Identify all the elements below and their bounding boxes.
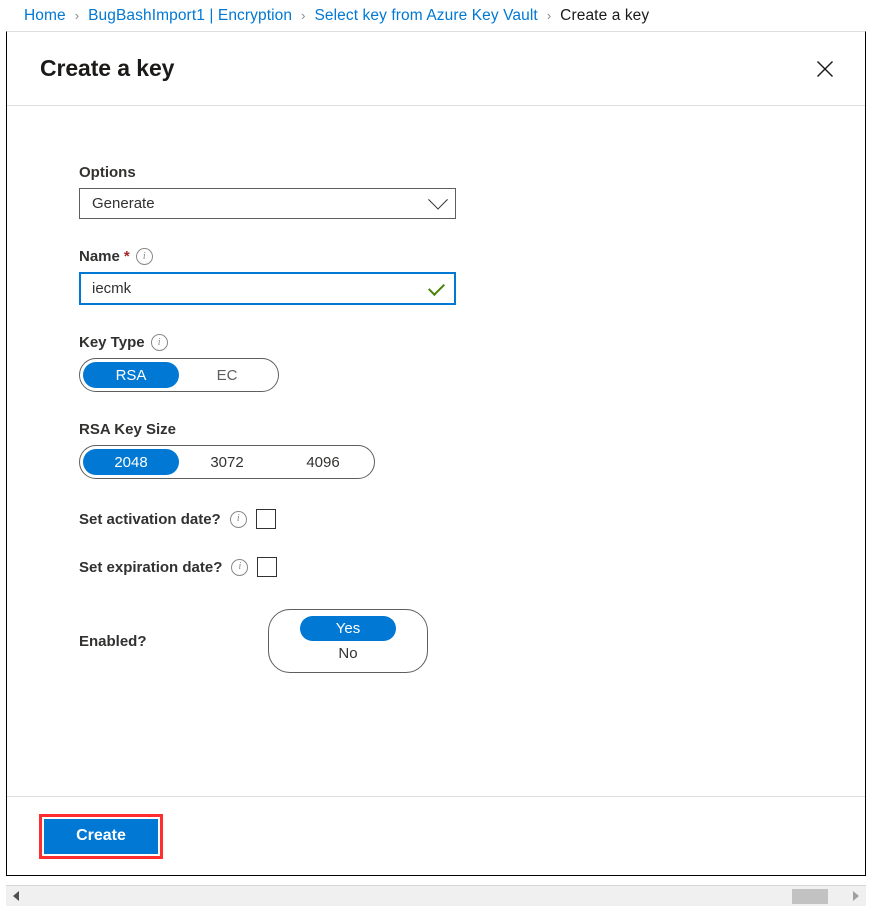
set-expiration-date-checkbox[interactable] — [257, 557, 277, 577]
create-button-highlight: Create — [39, 814, 163, 859]
field-rsa-key-size: RSA Key Size 2048 3072 4096 — [79, 421, 865, 479]
options-label-row: Options — [79, 164, 865, 181]
set-activation-date-label: Set activation date? — [79, 511, 221, 528]
set-expiration-date-label: Set expiration date? — [79, 559, 222, 576]
enabled-toggle-group: Yes No — [268, 609, 428, 673]
name-label-row: Name * i — [79, 248, 865, 265]
chevron-down-icon — [428, 189, 448, 209]
rsa-key-size-option-4096[interactable]: 4096 — [275, 449, 371, 475]
set-activation-date-checkbox[interactable] — [256, 509, 276, 529]
rsa-key-size-toggle-group: 2048 3072 4096 — [79, 445, 375, 479]
enabled-option-yes[interactable]: Yes — [300, 616, 396, 641]
breadcrumb-item-create-a-key: Create a key — [560, 7, 649, 25]
key-type-label: Key Type — [79, 334, 145, 351]
breadcrumb-separator: › — [547, 8, 551, 23]
rsa-key-size-option-2048[interactable]: 2048 — [83, 449, 179, 475]
key-type-label-row: Key Type i — [79, 334, 865, 351]
enabled-option-no[interactable]: No — [300, 641, 396, 666]
options-label: Options — [79, 164, 136, 181]
field-set-activation-date: Set activation date? i — [79, 509, 865, 529]
breadcrumb-item-home[interactable]: Home — [24, 7, 66, 25]
arrow-right-icon[interactable] — [846, 886, 866, 907]
field-name: Name * i iecmk — [79, 248, 865, 305]
create-key-blade: Create a key Options Generate Name * i — [6, 31, 866, 876]
options-selected-value: Generate — [92, 195, 155, 212]
breadcrumb-separator: › — [75, 8, 79, 23]
breadcrumb-item-select-key[interactable]: Select key from Azure Key Vault — [314, 7, 537, 25]
field-options: Options Generate — [79, 164, 865, 219]
key-type-toggle-group: RSA EC — [79, 358, 279, 392]
key-type-option-rsa[interactable]: RSA — [83, 362, 179, 388]
page-title: Create a key — [40, 55, 174, 82]
blade-footer: Create — [7, 796, 865, 875]
field-enabled: Enabled? Yes No — [79, 609, 865, 673]
info-icon[interactable]: i — [151, 334, 168, 351]
rsa-key-size-label-row: RSA Key Size — [79, 421, 865, 438]
blade-header: Create a key — [7, 32, 865, 106]
name-input[interactable]: iecmk — [79, 272, 456, 305]
scrollbar-thumb[interactable] — [792, 889, 828, 904]
checkmark-icon — [428, 279, 445, 296]
name-label: Name — [79, 248, 120, 265]
create-key-form: Options Generate Name * i iecmk Key Type — [7, 106, 865, 796]
enabled-label: Enabled? — [79, 633, 259, 650]
name-input-value: iecmk — [92, 280, 131, 297]
create-button[interactable]: Create — [44, 819, 158, 854]
close-icon[interactable] — [809, 53, 841, 85]
breadcrumb: Home › BugBashImport1 | Encryption › Sel… — [0, 0, 873, 31]
field-set-expiration-date: Set expiration date? i — [79, 557, 865, 577]
field-key-type: Key Type i RSA EC — [79, 334, 865, 392]
info-icon[interactable]: i — [230, 511, 247, 528]
breadcrumb-item-encryption[interactable]: BugBashImport1 | Encryption — [88, 7, 292, 25]
info-icon[interactable]: i — [231, 559, 248, 576]
key-type-option-ec[interactable]: EC — [179, 362, 275, 388]
options-select[interactable]: Generate — [79, 188, 456, 219]
horizontal-scrollbar[interactable] — [6, 885, 866, 906]
arrow-left-icon[interactable] — [6, 886, 26, 907]
info-icon[interactable]: i — [136, 248, 153, 265]
rsa-key-size-option-3072[interactable]: 3072 — [179, 449, 275, 475]
scrollbar-track[interactable] — [26, 886, 846, 907]
breadcrumb-separator: › — [301, 8, 305, 23]
rsa-key-size-label: RSA Key Size — [79, 421, 176, 438]
required-marker: * — [124, 248, 130, 265]
